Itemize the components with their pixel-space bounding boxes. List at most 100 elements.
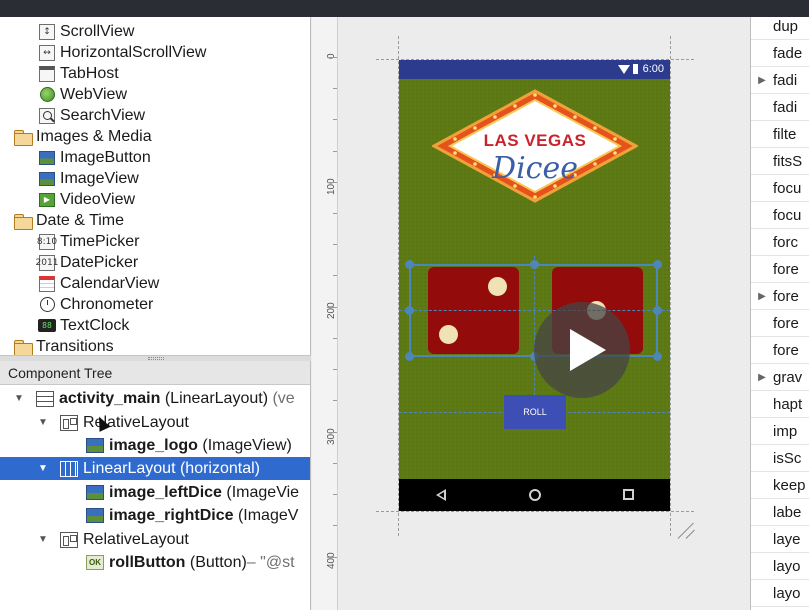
tree-node-type: (ImageView)	[202, 436, 292, 454]
tree-node-name: rollButton	[109, 553, 186, 571]
attribute-row[interactable]: laye	[751, 526, 809, 553]
relativelayout-icon	[60, 531, 78, 548]
attribute-row[interactable]: focu	[751, 175, 809, 202]
attribute-label: imp	[773, 422, 798, 440]
expand-arrow-icon[interactable]: ▶	[751, 75, 773, 86]
attribute-row[interactable]: dup	[751, 17, 809, 40]
palette-item-label: TabHost	[60, 64, 119, 82]
attribute-label: layo	[773, 584, 801, 602]
palette-category-transitions[interactable]: Transitions	[14, 336, 114, 355]
android-studio-window: ↕ ScrollView ↔ HorizontalScrollView TabH…	[0, 0, 809, 610]
tree-node-name: LinearLayout (horizontal)	[83, 459, 260, 477]
resize-handle[interactable]	[405, 352, 414, 361]
attribute-label: layo	[773, 557, 801, 575]
imageview-icon	[86, 438, 104, 453]
attribute-row[interactable]: hapt	[751, 391, 809, 418]
device-preview[interactable]: 6:00 LAS VEGAS Dicee ROLL	[399, 60, 670, 511]
attribute-row[interactable]: ▶ fadi	[751, 67, 809, 94]
attribute-row[interactable]: forc	[751, 229, 809, 256]
palette-item-tabhost[interactable]: TabHost	[38, 63, 119, 84]
image-logo[interactable]: LAS VEGAS Dicee	[430, 89, 640, 203]
attribute-label: keep	[773, 476, 806, 494]
tree-row-activity-main[interactable]: ▼ activity_main (LinearLayout) (ve	[0, 387, 310, 410]
attribute-label: dup	[773, 17, 799, 35]
palette-item-label: ImageButton	[60, 148, 151, 166]
tree-row-linearlayout-horizontal[interactable]: ▼ LinearLayout (horizontal)	[0, 457, 310, 480]
resize-handle[interactable]	[653, 352, 662, 361]
palette-item-timepicker[interactable]: 8:10 TimePicker	[37, 231, 139, 252]
expand-arrow-icon[interactable]: ▶	[751, 291, 773, 302]
attribute-row[interactable]: fade	[751, 40, 809, 67]
attribute-row[interactable]: fitsS	[751, 148, 809, 175]
expand-triangle-icon[interactable]: ▼	[38, 417, 48, 428]
attribute-row[interactable]: fadi	[751, 94, 809, 121]
top-strip	[0, 0, 809, 17]
chronometer-icon	[38, 296, 56, 314]
linearlayout-horizontal-icon	[60, 460, 78, 477]
palette-item-textclock[interactable]: 88 TextClock	[38, 315, 129, 336]
roll-button[interactable]: ROLL	[504, 395, 566, 429]
expand-arrow-icon[interactable]: ▶	[751, 372, 773, 383]
palette-item-label: Chronometer	[60, 295, 154, 313]
tree-node-name: image_logo	[109, 436, 198, 454]
tree-row-rollbutton[interactable]: OK rollButton (Button) – "@st	[0, 551, 310, 574]
video-play-icon[interactable]	[534, 302, 630, 398]
attribute-row[interactable]: layo	[751, 553, 809, 580]
home-icon[interactable]	[529, 489, 541, 501]
back-icon[interactable]	[436, 489, 446, 501]
attribute-row[interactable]: layo	[751, 580, 809, 607]
resize-handle[interactable]	[530, 260, 539, 269]
attributes-panel: dup fade ▶ fadi fadi filte fitsS focu focu forc fo…	[750, 17, 809, 610]
palette-item-horizontalscrollview[interactable]: ↔ HorizontalScrollView	[38, 42, 206, 63]
palette-item-imageview[interactable]: ImageView	[38, 168, 139, 189]
attribute-label: fadi	[773, 71, 798, 89]
tree-node-type: (ImageVie	[226, 483, 300, 501]
folder-icon	[14, 128, 33, 146]
attribute-row[interactable]: fore	[751, 310, 809, 337]
tree-row-image-rightdice[interactable]: image_rightDice (ImageV	[0, 504, 310, 527]
attribute-row[interactable]: ▶ grav	[751, 364, 809, 391]
attribute-label: isSc	[773, 449, 802, 467]
palette-item-scrollview[interactable]: ↕ ScrollView	[38, 21, 134, 42]
tree-row-relativelayout-1[interactable]: ▼ RelativeLayout	[0, 411, 310, 434]
attribute-row[interactable]: focu	[751, 202, 809, 229]
palette-item-webview[interactable]: WebView	[38, 84, 127, 105]
logo-line2: Dicee	[492, 151, 578, 186]
attribute-row[interactable]: ▶ fore	[751, 283, 809, 310]
attribute-label: fore	[773, 314, 799, 332]
attribute-row[interactable]: imp	[751, 418, 809, 445]
attribute-row[interactable]: labe	[751, 499, 809, 526]
resize-handle[interactable]	[653, 306, 662, 315]
ruler-label: 400	[326, 552, 337, 569]
attribute-row[interactable]: filte	[751, 121, 809, 148]
recents-icon[interactable]	[623, 489, 634, 500]
palette-item-chronometer[interactable]: Chronometer	[38, 294, 153, 315]
tree-row-image-logo[interactable]: image_logo (ImageView)	[0, 434, 310, 457]
canvas-resize-grip-icon[interactable]	[676, 518, 698, 540]
palette-item-searchview[interactable]: SearchView	[38, 105, 145, 126]
textclock-icon: 88	[38, 317, 56, 335]
resize-handle[interactable]	[653, 260, 662, 269]
attribute-label: hapt	[773, 395, 803, 413]
palette-item-imagebutton[interactable]: ImageButton	[38, 147, 151, 168]
tree-row-relativelayout-2[interactable]: ▼ RelativeLayout	[0, 528, 310, 551]
attribute-row[interactable]: isSc	[751, 445, 809, 472]
expand-triangle-icon[interactable]: ▼	[38, 463, 48, 474]
palette-item-videoview[interactable]: ▶ VideoView	[38, 189, 135, 210]
attribute-row[interactable]: fore	[751, 337, 809, 364]
expand-triangle-icon[interactable]: ▼	[14, 393, 24, 404]
resize-handle[interactable]	[405, 306, 414, 315]
canvas-guide	[670, 36, 671, 536]
palette-item-calendarview[interactable]: CalendarView	[38, 273, 159, 294]
attribute-row[interactable]: fore	[751, 256, 809, 283]
palette-category-date-time[interactable]: Date & Time	[14, 210, 124, 231]
resize-handle[interactable]	[405, 260, 414, 269]
tree-node-name: image_rightDice	[109, 506, 234, 524]
expand-triangle-icon[interactable]: ▼	[38, 534, 48, 545]
palette-category-images-media[interactable]: Images & Media	[14, 126, 152, 147]
tree-row-image-leftdice[interactable]: image_leftDice (ImageVie	[0, 481, 310, 504]
palette-item-datepicker[interactable]: 2011 DatePicker	[36, 252, 138, 273]
timepicker-icon: 8:10	[37, 233, 57, 251]
attribute-row[interactable]: keep	[751, 472, 809, 499]
ruler-label: 200	[326, 302, 337, 319]
